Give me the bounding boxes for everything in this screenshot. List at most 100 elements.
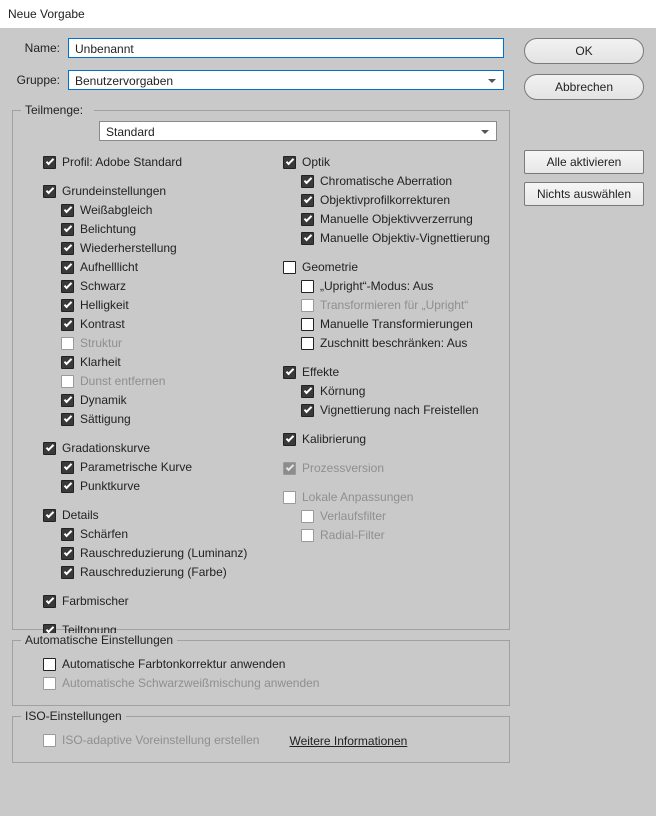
checkbox-label: Parametrische Kurve xyxy=(80,460,192,474)
activate-all-button[interactable]: Alle aktivieren xyxy=(524,150,644,174)
tree-left-item-4[interactable]: Belichtung xyxy=(61,220,257,238)
tree-right-item-9[interactable]: Manuelle Transformierungen xyxy=(301,315,497,333)
tree-left-item-6[interactable]: Aufhelllicht xyxy=(61,258,257,276)
checkbox-label: Rauschreduzierung (Luminanz) xyxy=(80,546,247,560)
tree-left-item-16[interactable]: Gradationskurve xyxy=(43,439,257,457)
checkbox-label: Grundeinstellungen xyxy=(62,184,166,198)
checkbox-label: Rauschreduzierung (Farbe) xyxy=(80,565,227,579)
checkbox-icon xyxy=(61,547,74,560)
auto-tone-checkbox[interactable]: Automatische Farbtonkorrektur anwenden xyxy=(43,655,497,673)
checkbox-label: Automatische Farbtonkorrektur anwenden xyxy=(62,657,285,671)
window-title: Neue Vorgabe xyxy=(0,0,656,28)
checkbox-label: Dunst entfernen xyxy=(80,374,165,388)
checkbox-label: Manuelle Transformierungen xyxy=(320,317,473,331)
tree-left-item-22[interactable]: Rauschreduzierung (Luminanz) xyxy=(61,544,257,562)
select-none-button[interactable]: Nichts auswählen xyxy=(524,182,644,206)
tree-left-item-13[interactable]: Dynamik xyxy=(61,391,257,409)
checkbox-label: Objektivprofilkorrekturen xyxy=(320,193,450,207)
tree-right-item-6[interactable]: Geometrie xyxy=(283,258,497,276)
tree-right-item-12[interactable]: Effekte xyxy=(283,363,497,381)
checkbox-icon xyxy=(283,491,296,504)
checkbox-icon xyxy=(283,462,296,475)
checkbox-label: Helligkeit xyxy=(80,298,129,312)
tree-left-item-8[interactable]: Helligkeit xyxy=(61,296,257,314)
tree-right-item-7[interactable]: „Upright“-Modus: Aus xyxy=(301,277,497,295)
checkbox-label: Sättigung xyxy=(80,412,131,426)
checkbox-icon xyxy=(283,433,296,446)
checkbox-label: Wiederherstellung xyxy=(80,241,177,255)
checkbox-icon xyxy=(301,529,314,542)
checkbox-label: Transformieren für „Upright“ xyxy=(320,298,468,312)
ok-button[interactable]: OK xyxy=(524,38,644,64)
group-dropdown[interactable]: Benutzervorgaben xyxy=(68,70,504,90)
tree-left-item-21[interactable]: Schärfen xyxy=(61,525,257,543)
tree-right-item-1[interactable]: Chromatische Aberration xyxy=(301,172,497,190)
checkbox-icon xyxy=(61,299,74,312)
tree-right-item-10[interactable]: Zuschnitt beschränken: Aus xyxy=(301,334,497,352)
checkbox-icon xyxy=(61,528,74,541)
tree-left-item-25[interactable]: Farbmischer xyxy=(43,592,257,610)
tree-left-item-12: Dunst entfernen xyxy=(61,372,257,390)
tree-right-item-22: Radial-Filter xyxy=(301,526,497,544)
checkbox-icon xyxy=(283,366,296,379)
tree-left-item-0[interactable]: Profil: Adobe Standard xyxy=(43,153,257,171)
cancel-button[interactable]: Abbrechen xyxy=(524,74,644,100)
checkbox-icon xyxy=(301,299,314,312)
tree-right-item-0[interactable]: Optik xyxy=(283,153,497,171)
checkbox-icon xyxy=(301,175,314,188)
checkbox-label: Zuschnitt beschränken: Aus xyxy=(320,336,467,350)
tree-left-item-5[interactable]: Wiederherstellung xyxy=(61,239,257,257)
iso-adaptive-checkbox: ISO-adaptive Voreinstellung erstellen xyxy=(43,731,259,749)
tree-left-item-20[interactable]: Details xyxy=(43,506,257,524)
checkbox-label: ISO-adaptive Voreinstellung erstellen xyxy=(62,733,259,747)
name-input[interactable]: Unbenannt xyxy=(68,38,504,58)
tree-left-item-18[interactable]: Punktkurve xyxy=(61,477,257,495)
tree-right-item-13[interactable]: Körnung xyxy=(301,382,497,400)
tree-right-item-4[interactable]: Manuelle Objektiv-Vignettierung xyxy=(301,229,497,247)
checkbox-label: Schwarz xyxy=(80,279,126,293)
checkbox-icon xyxy=(283,156,296,169)
checkbox-icon xyxy=(43,658,56,671)
tree-left-item-2[interactable]: Grundeinstellungen xyxy=(43,182,257,200)
tree-left-item-3[interactable]: Weißabgleich xyxy=(61,201,257,219)
checkbox-icon xyxy=(301,280,314,293)
auto-settings-legend: Automatische Einstellungen xyxy=(21,633,177,647)
checkbox-icon xyxy=(61,394,74,407)
checkbox-label: Lokale Anpassungen xyxy=(302,490,413,504)
tree-right-item-14[interactable]: Vignettierung nach Freistellen xyxy=(301,401,497,419)
checkbox-icon xyxy=(61,413,74,426)
checkbox-icon xyxy=(283,261,296,274)
tree-left-item-11[interactable]: Klarheit xyxy=(61,353,257,371)
checkbox-icon xyxy=(61,480,74,493)
checkbox-label: Verlaufsfilter xyxy=(320,509,386,523)
tree-right-item-16[interactable]: Kalibrierung xyxy=(283,430,497,448)
auto-settings-fieldset: Automatische Einstellungen Automatische … xyxy=(12,640,510,706)
checkbox-label: Punktkurve xyxy=(80,479,140,493)
checkbox-icon xyxy=(61,337,74,350)
checkbox-label: Belichtung xyxy=(80,222,136,236)
checkbox-icon xyxy=(61,242,74,255)
tree-left-item-17[interactable]: Parametrische Kurve xyxy=(61,458,257,476)
subset-dropdown[interactable]: Standard xyxy=(99,121,497,141)
checkbox-label: Weißabgleich xyxy=(80,203,152,217)
subset-fieldset: Teilmenge: Standard Profil: Adobe Standa… xyxy=(12,110,510,630)
checkbox-icon xyxy=(301,318,314,331)
tree-left-item-14[interactable]: Sättigung xyxy=(61,410,257,428)
tree-left-item-9[interactable]: Kontrast xyxy=(61,315,257,333)
checkbox-label: Kalibrierung xyxy=(302,432,366,446)
checkbox-label: Farbmischer xyxy=(62,594,129,608)
tree-left-item-7[interactable]: Schwarz xyxy=(61,277,257,295)
more-info-link[interactable]: Weitere Informationen xyxy=(289,734,407,748)
group-label: Gruppe: xyxy=(12,73,68,87)
tree-left-item-23[interactable]: Rauschreduzierung (Farbe) xyxy=(61,563,257,581)
checkbox-label: Manuelle Objektiv-Vignettierung xyxy=(320,231,490,245)
checkbox-icon xyxy=(43,442,56,455)
auto-bw-checkbox: Automatische Schwarzweißmischung anwende… xyxy=(43,674,497,692)
checkbox-label: Optik xyxy=(302,155,330,169)
checkbox-icon xyxy=(61,223,74,236)
checkbox-label: Struktur xyxy=(80,336,122,350)
tree-right-item-2[interactable]: Objektivprofilkorrekturen xyxy=(301,191,497,209)
tree-right-item-3[interactable]: Manuelle Objektivverzerrung xyxy=(301,210,497,228)
checkbox-label: Effekte xyxy=(302,365,339,379)
checkbox-label: Manuelle Objektivverzerrung xyxy=(320,212,473,226)
